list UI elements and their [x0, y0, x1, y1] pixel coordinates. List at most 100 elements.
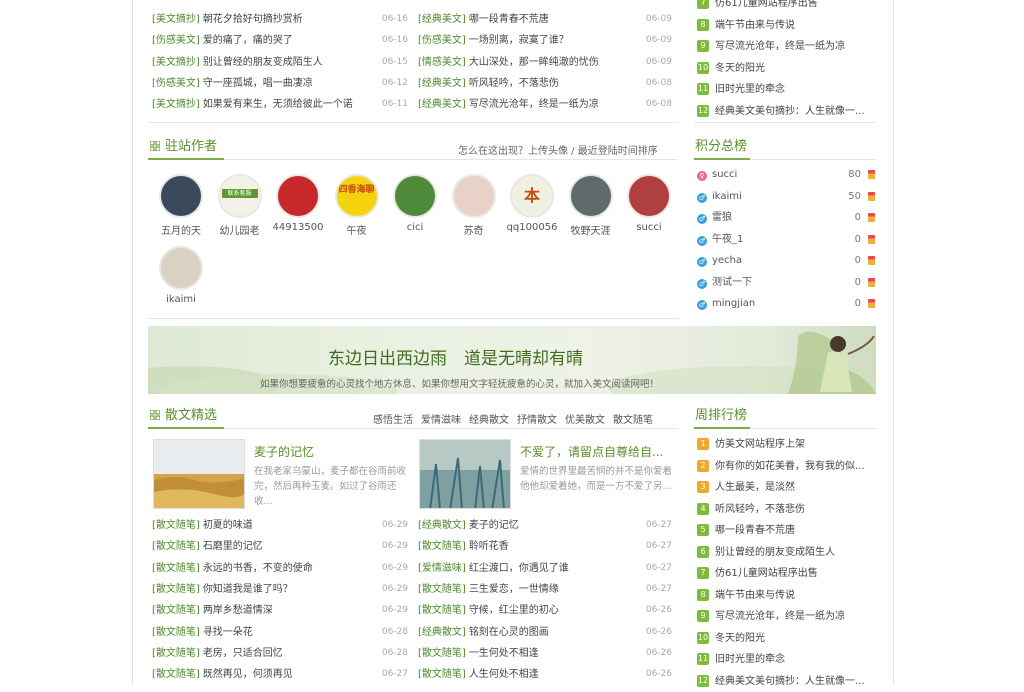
author-card[interactable]: 四香海聊午夜 — [331, 174, 383, 237]
list-item[interactable]: [美文摘抄]朝花夕拾好句摘抄赏析06-16 — [152, 9, 408, 30]
category-link[interactable]: [爱情滋味] — [418, 563, 466, 574]
category-link[interactable]: [伤感美文] — [152, 35, 200, 46]
avatar[interactable]: 本 — [510, 174, 554, 218]
author-name[interactable]: cici — [389, 222, 441, 233]
author-card[interactable]: 联系客服幼儿园老 — [214, 174, 266, 237]
article-title[interactable]: 哪一段青春不荒唐 — [469, 14, 549, 25]
category-link[interactable]: [散文随笔] — [152, 627, 200, 638]
article-title[interactable]: 守一座孤城，唱一曲凄凉 — [203, 78, 313, 89]
author-name[interactable]: 午夜 — [331, 222, 383, 237]
score-item[interactable]: ♂mingjian0 — [697, 293, 875, 315]
rank-item[interactable]: 4听风轻吟，不落悲伤 — [697, 499, 877, 521]
author-name[interactable]: ikaimi — [155, 294, 207, 305]
rank-title[interactable]: 仿61儿童网站程序出售 — [715, 568, 818, 579]
rank-item[interactable]: 7仿61儿童网站程序出售 — [697, 563, 877, 585]
score-item[interactable]: ♂雷狼0 — [697, 207, 875, 229]
prose-tab[interactable]: 感悟生活 — [373, 415, 413, 426]
author-name[interactable]: succi — [623, 222, 675, 233]
author-name[interactable]: 苏奇 — [448, 222, 500, 237]
rank-title[interactable]: 旧时光里的牵念 — [715, 84, 785, 95]
author-card[interactable]: 五月的天 — [155, 174, 207, 237]
avatar[interactable]: 联系客服 — [218, 174, 262, 218]
article-title[interactable]: 三生爱恋，一世情缘 — [469, 584, 559, 595]
category-link[interactable]: [经典散文] — [418, 627, 466, 638]
avatar[interactable] — [276, 174, 320, 218]
featured-title-1[interactable]: 麦子的记忆 — [254, 443, 314, 460]
article-title[interactable]: 守候，红尘里的初心 — [469, 605, 559, 616]
category-link[interactable]: [散文随笔] — [152, 648, 200, 659]
user-name[interactable]: yecha — [712, 255, 742, 266]
avatar[interactable] — [393, 174, 437, 218]
user-name[interactable]: 雷狼 — [712, 212, 732, 223]
author-name[interactable]: 牧野天涯 — [565, 222, 617, 237]
score-item[interactable]: ♂测试一下0 — [697, 272, 875, 294]
article-title[interactable]: 红尘渡口，你遇见了谁 — [469, 563, 569, 574]
prose-tab[interactable]: 散文随笔 — [613, 415, 653, 426]
author-card[interactable]: 本qq100056 — [506, 174, 558, 233]
category-link[interactable]: [美文摘抄] — [152, 99, 200, 110]
category-link[interactable]: [经典美文] — [418, 78, 466, 89]
rank-item[interactable]: 11旧时光里的牵念 — [697, 649, 877, 671]
rank-title[interactable]: 端午节由来与传说 — [715, 590, 795, 601]
avatar[interactable] — [159, 174, 203, 218]
score-item[interactable]: ♀succi80 — [697, 164, 875, 186]
list-item[interactable]: [散文随笔]三生爱恋，一世情缘06-27 — [418, 579, 672, 600]
category-link[interactable]: [散文随笔] — [152, 520, 200, 531]
list-item[interactable]: [散文随笔]永远的书香，不变的使命06-29 — [152, 558, 408, 579]
author-card[interactable]: cici — [389, 174, 441, 233]
article-title[interactable]: 别让曾经的朋友变成陌生人 — [203, 57, 323, 68]
category-link[interactable]: [散文随笔] — [418, 605, 466, 616]
rank-item[interactable]: 1仿美文网站程序上架 — [697, 434, 877, 456]
prose-tab[interactable]: 爱情滋味 — [421, 415, 461, 426]
category-link[interactable]: [伤感美文] — [418, 35, 466, 46]
rank-title[interactable]: 仿美文网站程序上架 — [715, 439, 805, 450]
list-item[interactable]: [伤感美文]爱的痛了，痛的哭了06-16 — [152, 30, 408, 51]
category-link[interactable]: [美文摘抄] — [152, 14, 200, 25]
list-item[interactable]: [经典美文]听风轻吟，不落悲伤06-08 — [418, 73, 672, 94]
rank-item[interactable]: 3人生最美，是淡然 — [697, 477, 877, 499]
list-item[interactable]: [情感美文]大山深处，那一眸纯澈的忧伤06-09 — [418, 52, 672, 73]
rank-item[interactable]: 5哪一段青春不荒唐 — [697, 520, 877, 542]
rank-title[interactable]: 哪一段青春不荒唐 — [715, 525, 795, 536]
rank-title[interactable]: 人生最美，是淡然 — [715, 482, 795, 493]
featured-thumb-grass[interactable] — [419, 439, 511, 509]
user-name[interactable]: mingjian — [712, 298, 755, 309]
list-item[interactable]: [散文随笔]老房，只适合回忆06-28 — [152, 643, 408, 664]
rank-item[interactable]: 12经典美文美句摘抄：人生就像一... — [697, 671, 877, 692]
category-link[interactable]: [经典美文] — [418, 99, 466, 110]
article-title[interactable]: 人生何处不相逢 — [469, 669, 539, 680]
rank-item[interactable]: 8端午节由来与传说 — [697, 585, 877, 607]
category-link[interactable]: [散文随笔] — [152, 584, 200, 595]
list-item[interactable]: [经典散文]铭刻在心灵的图画06-26 — [418, 622, 672, 643]
list-item[interactable]: [散文随笔]守候，红尘里的初心06-26 — [418, 600, 672, 621]
rank-item[interactable]: 11旧时光里的牵念 — [697, 79, 877, 101]
article-title[interactable]: 初夏的味道 — [203, 520, 253, 531]
list-item[interactable]: [散文随笔]聆听花香06-27 — [418, 536, 672, 557]
featured-title-2[interactable]: 不爱了，请留点自尊给自... — [520, 443, 663, 460]
user-name[interactable]: 午夜_1 — [712, 234, 743, 245]
rank-title[interactable]: 冬天的阳光 — [715, 63, 765, 74]
user-name[interactable]: succi — [712, 169, 737, 180]
rank-item[interactable]: 7仿61儿童网站程序出售 — [697, 0, 877, 15]
category-link[interactable]: [散文随笔] — [152, 605, 200, 616]
author-name[interactable]: 44913500 — [272, 222, 324, 233]
list-item[interactable]: [经典散文]麦子的记忆06-27 — [418, 515, 672, 536]
rank-item[interactable]: 12经典美文美句摘抄：人生就像一... — [697, 101, 877, 123]
rank-title[interactable]: 经典美文美句摘抄：人生就像一... — [715, 106, 865, 117]
category-link[interactable]: [散文随笔] — [152, 669, 200, 680]
category-link[interactable]: [散文随笔] — [418, 584, 466, 595]
article-title[interactable]: 寻找一朵花 — [203, 627, 253, 638]
category-link[interactable]: [散文随笔] — [152, 563, 200, 574]
rank-item[interactable]: 8端午节由来与传说 — [697, 15, 877, 37]
author-card[interactable]: succi — [623, 174, 675, 233]
article-title[interactable]: 两岸乡愁道情深 — [203, 605, 273, 616]
list-item[interactable]: [散文随笔]人生何处不相逢06-26 — [418, 664, 672, 685]
author-card[interactable]: ikaimi — [155, 246, 207, 305]
list-item[interactable]: [经典美文]哪一段青春不荒唐06-09 — [418, 9, 672, 30]
category-link[interactable]: [伤感美文] — [152, 78, 200, 89]
author-name[interactable]: 幼儿园老 — [214, 222, 266, 237]
article-title[interactable]: 铭刻在心灵的图画 — [469, 627, 549, 638]
prose-tab[interactable]: 抒情散文 — [517, 415, 557, 426]
rank-title[interactable]: 旧时光里的牵念 — [715, 654, 785, 665]
article-title[interactable]: 如果爱有来生，无须给彼此一个诺 — [203, 99, 353, 110]
